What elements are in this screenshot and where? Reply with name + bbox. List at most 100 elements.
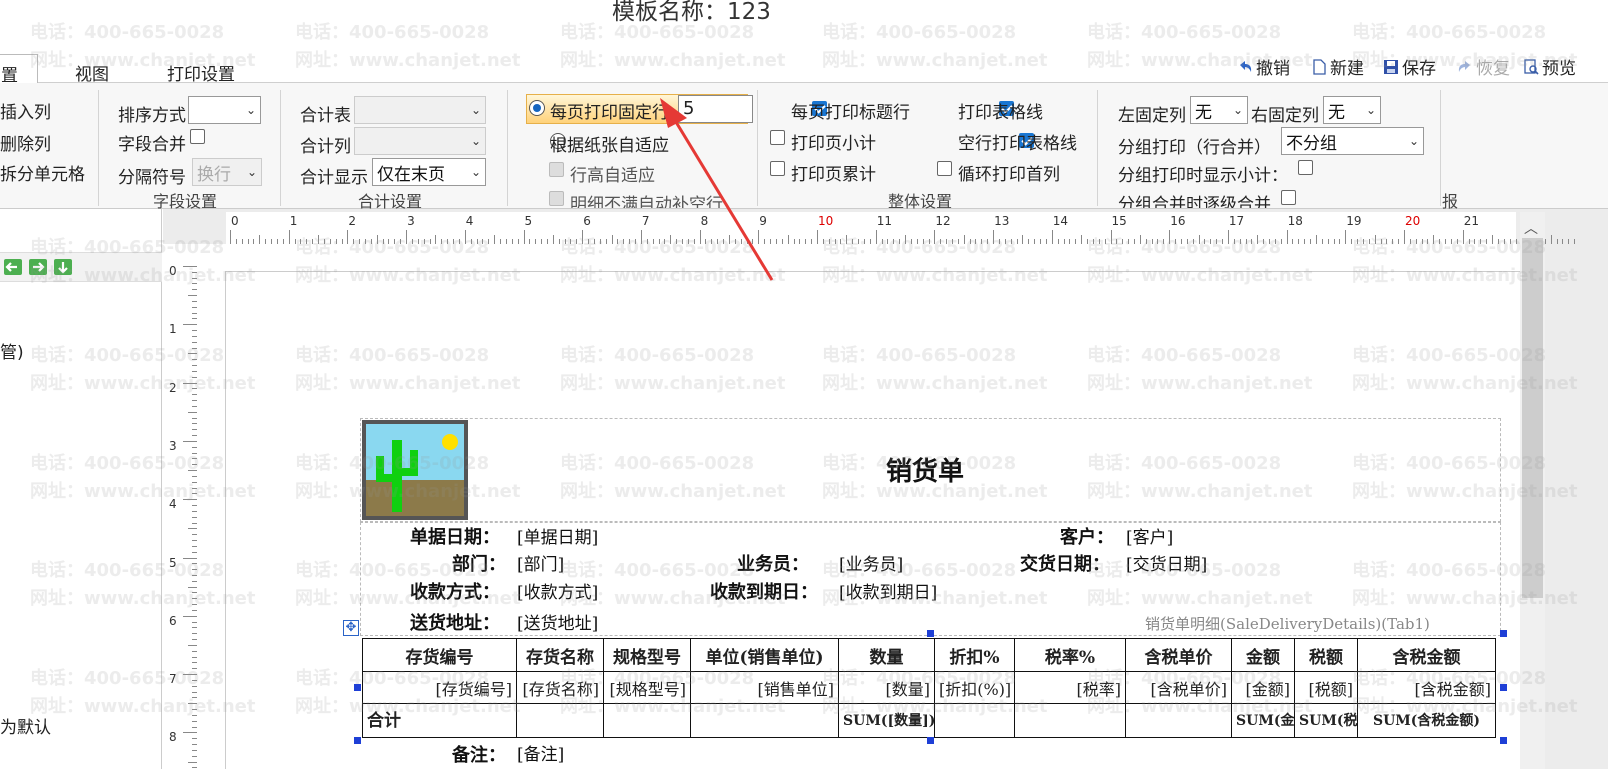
table-sum-cell[interactable] [516,703,604,738]
resize-handle[interactable] [927,630,934,637]
loop-first-col-checkbox[interactable] [937,161,952,176]
dept-label[interactable]: 部门： [452,550,506,576]
group-subtotal-checkbox[interactable] [1298,160,1313,175]
due-label[interactable]: 收款到期日： [710,578,818,604]
group-print-select[interactable]: 不分组 ⌄ [1281,127,1424,155]
salesman-field[interactable]: [业务员] [839,550,903,575]
table-sum-cell[interactable]: SUM(税额) [1294,703,1358,738]
table-header-cell[interactable]: 金额 [1231,638,1295,672]
ruler-number: 11 [876,214,892,228]
right-fix-select[interactable]: 无 ⌄ [1323,96,1381,124]
table-cell[interactable]: [税率] [1014,671,1126,704]
auto-fill-checkbox[interactable] [549,191,564,206]
table-cell[interactable]: [销售单位] [690,671,839,704]
resize-handle[interactable] [1500,630,1507,637]
ruler-tick [347,230,349,244]
due-field[interactable]: [收款到期日] [839,578,937,603]
date-label[interactable]: 单据日期： [410,523,500,549]
delivery-field[interactable]: [交货日期] [1126,550,1207,575]
table-sum-cell[interactable]: SUM(金额) [1231,703,1295,738]
table-cell[interactable]: [数量] [838,671,935,704]
field-merge-checkbox[interactable] [190,129,205,144]
payment-field[interactable]: [收款方式] [517,578,598,603]
table-header-cell[interactable]: 税率% [1014,638,1126,672]
remark-label[interactable]: 备注： [452,741,506,767]
remark-field[interactable]: [备注] [517,740,564,765]
report-title[interactable]: 销货单 [886,451,964,488]
table-cell[interactable]: [折扣(%)] [934,671,1015,704]
table-cell[interactable]: [含税单价] [1125,671,1232,704]
move-arrows-icon[interactable] [2,255,78,279]
delivery-label[interactable]: 交货日期： [1020,550,1110,576]
auto-height-checkbox[interactable] [549,162,564,177]
table-header-cell[interactable]: 折扣% [934,638,1015,672]
table-header-cell[interactable]: 存货名称 [516,638,604,672]
table-header-cell[interactable]: 存货编号 [362,638,517,672]
table-sum-cell[interactable]: SUM(含税金额) [1357,703,1496,738]
table-header-cell[interactable]: 规格型号 [603,638,691,672]
table-header-cell[interactable]: 税额 [1294,638,1358,672]
table-sum-cell[interactable] [1014,703,1126,738]
resize-handle[interactable] [354,684,361,691]
new-button[interactable]: 新建 [1310,54,1364,79]
table-sum-cell[interactable] [690,703,839,738]
fixed-rows-input[interactable]: 5 [678,95,753,123]
logo-image[interactable] [362,420,468,520]
payment-label[interactable]: 收款方式： [410,578,500,604]
preview-button[interactable]: 预览 [1522,54,1576,79]
group-merge-checkbox[interactable] [1281,190,1296,205]
total-display-select[interactable]: 仅在末页 ⌄ [372,158,486,186]
redo-button[interactable]: 恢复 [1456,54,1510,79]
ruler-minor-tick [1492,235,1494,244]
resize-handle[interactable] [1500,684,1507,691]
detail-table[interactable]: 存货编号 存货名称 规格型号 单位(销售单位) 数量 折扣% 税率% 含税单价 金额 税额 含税金额… [362,638,1496,738]
tab-view[interactable]: 视图 [75,60,109,85]
table-cell[interactable]: [金额] [1231,671,1295,704]
page-subtotal-checkbox[interactable] [770,130,785,145]
ruler-tick [993,230,995,244]
resize-handle[interactable] [1500,737,1507,744]
table-cell[interactable]: [含税金额] [1357,671,1496,704]
resize-handle[interactable] [354,737,361,744]
table-sum-cell[interactable] [1125,703,1232,738]
salesman-label[interactable]: 业务员： [737,550,809,576]
dept-field[interactable]: [部门] [517,550,564,575]
table-sum-cell[interactable]: 合计 [362,703,517,738]
table-header-cell[interactable]: 数量 [838,638,935,672]
left-pane-item[interactable]: 管) [0,338,24,363]
table-cell[interactable]: [税额] [1294,671,1358,704]
table-cell[interactable]: [存货名称] [516,671,604,704]
save-button[interactable]: 保存 [1382,54,1436,79]
total-table-select[interactable]: ⌄ [354,96,486,124]
total-column-select[interactable]: ⌄ [354,127,486,155]
move-table-icon[interactable]: ✥ [343,620,359,636]
table-header-cell[interactable]: 含税单价 [1125,638,1232,672]
date-field[interactable]: [单据日期] [517,523,598,548]
table-cell[interactable]: [规格型号] [603,671,691,704]
table-cell[interactable]: [存货编号] [362,671,517,704]
scrollbar-thumb[interactable] [1522,238,1543,598]
table-sum-cell[interactable] [603,703,691,738]
scroll-up-icon[interactable]: ︿ [1524,218,1538,238]
undo-button[interactable]: 撤销 [1236,54,1290,79]
table-sum-cell[interactable] [934,703,1015,738]
tab-settings[interactable]: 置 [0,54,38,86]
left-pane-item[interactable]: 为默认 [0,713,51,738]
table-header-cell[interactable]: 单位(销售单位) [690,638,839,672]
fixed-rows-radio[interactable] [529,99,545,116]
split-cell-button[interactable]: 拆分单元格 [0,160,85,185]
table-header-cell[interactable]: 含税金额 [1357,638,1496,672]
table-sum-cell[interactable]: SUM([数量]) [838,703,935,738]
address-label[interactable]: 送货地址： [410,609,500,635]
separator-select[interactable]: 换行 ⌄ [192,158,262,186]
customer-label[interactable]: 客户： [1060,523,1114,549]
page-cumulative-checkbox[interactable] [770,161,785,176]
resize-handle[interactable] [927,737,934,744]
delete-column-button[interactable]: 删除列 [0,130,51,155]
left-fix-select[interactable]: 无 ⌄ [1190,96,1248,124]
tab-print-settings[interactable]: 打印设置 [167,60,235,85]
address-field[interactable]: [送货地址] [517,609,598,634]
sort-select[interactable]: ⌄ [188,96,261,124]
customer-field[interactable]: [客户] [1126,523,1173,548]
insert-column-button[interactable]: 插入列 [0,98,51,123]
